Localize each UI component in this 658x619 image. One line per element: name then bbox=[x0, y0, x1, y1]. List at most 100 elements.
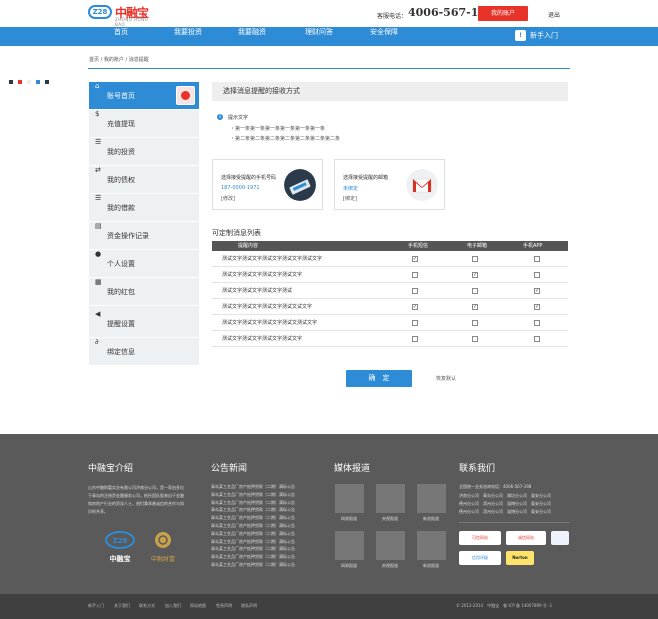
media-thumbnail[interactable] bbox=[335, 531, 364, 560]
gift-icon: ▦ bbox=[95, 278, 102, 286]
trust-badge[interactable]: 可信网站 bbox=[459, 531, 501, 545]
about-title: 中融宝介绍 bbox=[88, 464, 134, 474]
trust-badge[interactable]: Norton bbox=[506, 551, 534, 565]
news-item[interactable]: 青岛某工艺品厂房产抵押贷款（二期）满标公告 bbox=[211, 546, 295, 552]
media-thumbnail[interactable] bbox=[376, 531, 405, 560]
trust-badge[interactable]: 诚信网站 bbox=[506, 531, 546, 545]
sidebar-item-label: 绑定信息 bbox=[107, 348, 135, 356]
footer-link[interactable]: 新手入门 bbox=[88, 603, 104, 609]
sidebar-item-red-packets[interactable]: ▦ 我的红包 bbox=[89, 278, 199, 306]
notify-checkbox[interactable]: ✓ bbox=[534, 304, 540, 310]
badge-label: 可信网站 bbox=[472, 535, 488, 540]
newbie-guide-link[interactable]: ! 新手入门 bbox=[515, 30, 558, 43]
nav-item-home[interactable]: 首页 bbox=[90, 27, 152, 46]
media-thumbnail[interactable] bbox=[417, 531, 446, 560]
media-thumbnail[interactable] bbox=[335, 484, 364, 513]
notify-checkbox[interactable] bbox=[412, 272, 418, 278]
table-row: 测试文字测试文字测试文字测试文字测试文字 ✓ bbox=[212, 251, 568, 267]
email-bind-link[interactable]: [绑定] bbox=[343, 195, 357, 202]
sidebar-item-fund-records[interactable]: ▤ 资金操作记录 bbox=[89, 222, 199, 250]
notify-checkbox[interactable]: ✓ bbox=[412, 256, 418, 262]
nav-item-finance[interactable]: 我要融资 bbox=[221, 27, 283, 46]
logout-link[interactable]: 退出 bbox=[548, 10, 560, 19]
notify-checkbox[interactable]: ✓ bbox=[534, 288, 540, 294]
svg-text:Z28: Z28 bbox=[113, 537, 128, 545]
home-icon: ⌂ bbox=[95, 82, 100, 90]
footer-link[interactable]: 联系方式 bbox=[139, 603, 155, 609]
notify-checkbox[interactable] bbox=[472, 288, 478, 294]
notify-checkbox[interactable] bbox=[472, 256, 478, 262]
row-text: 测试文字测试文字测试文字测试文字 bbox=[222, 272, 303, 278]
media-thumbnail[interactable] bbox=[417, 484, 446, 513]
badge-label: 信用评级 bbox=[472, 555, 488, 560]
notify-checkbox[interactable] bbox=[412, 288, 418, 294]
notify-checkbox[interactable] bbox=[534, 320, 540, 326]
news-item[interactable]: 青岛某工艺品厂房产抵押贷款（二期）满标公告 bbox=[211, 484, 295, 490]
shield-badge-icon[interactable] bbox=[551, 531, 569, 545]
restore-default-link[interactable]: 恢复默认 bbox=[436, 375, 456, 382]
footer-link[interactable]: 网站地图 bbox=[190, 603, 206, 609]
color-swatches bbox=[9, 69, 54, 88]
news-item[interactable]: 青岛某工艺品厂房产抵押贷款（二期）满标公告 bbox=[211, 500, 295, 506]
notify-checkbox[interactable] bbox=[412, 336, 418, 342]
footer-link[interactable]: 隐私声明 bbox=[241, 603, 257, 609]
notify-checkbox[interactable]: ✓ bbox=[472, 304, 478, 310]
notify-checkbox[interactable] bbox=[534, 336, 540, 342]
logo-mark: Z28 bbox=[88, 5, 112, 19]
nav-item-invest[interactable]: 我要投资 bbox=[157, 27, 219, 46]
sidebar-item-reminder-settings[interactable]: ◀ 提醒设置 bbox=[89, 310, 199, 338]
sidebar-item-label: 我的投资 bbox=[107, 148, 135, 156]
info-icon: i bbox=[217, 114, 223, 120]
contact-line: 德州分公司 滨州分公司 淄博分公司 泰安分公司 bbox=[459, 509, 551, 514]
notify-checkbox[interactable] bbox=[472, 320, 478, 326]
sidebar-item-investments[interactable]: ☰ 我的投资 bbox=[89, 138, 199, 166]
media-label: 网易报道 bbox=[341, 516, 357, 521]
media-label: 央视报道 bbox=[382, 563, 398, 568]
notify-checkbox[interactable] bbox=[412, 320, 418, 326]
notify-checkbox[interactable] bbox=[472, 336, 478, 342]
notify-checkbox[interactable] bbox=[534, 256, 540, 262]
breadcrumb[interactable]: 首页 / 我的账户 / 消息提醒 bbox=[89, 56, 149, 63]
row-text: 测试文字测试文字测试文字测试文测试文字 bbox=[222, 320, 318, 326]
sidebar-item-account-home[interactable]: ⌂ 账号首页 bbox=[89, 82, 199, 110]
confirm-button[interactable]: 确 定 bbox=[346, 370, 412, 387]
sidebar-item-binding-info[interactable]: ∂ 绑定信息 bbox=[89, 338, 199, 366]
news-item[interactable]: 青岛某工艺品厂房产抵押贷款（二期）满标公告 bbox=[211, 507, 295, 513]
media-thumbnail[interactable] bbox=[376, 484, 405, 513]
swatch bbox=[45, 80, 49, 84]
news-item[interactable]: 青岛某工艺品厂房产抵押贷款（二期）满标公告 bbox=[211, 562, 295, 568]
sidebar-item-label: 账号首页 bbox=[107, 92, 135, 100]
notify-checkbox[interactable]: ✓ bbox=[472, 272, 478, 278]
avatar[interactable] bbox=[176, 86, 195, 105]
sidebar-item-recharge[interactable]: $ 充值提现 bbox=[89, 110, 199, 138]
sidebar-item-label: 我的债权 bbox=[107, 176, 135, 184]
footer-link[interactable]: 加入我们 bbox=[165, 603, 181, 609]
contact-divider bbox=[459, 522, 570, 523]
news-item[interactable]: 青岛某工艺品厂房产抵押贷款（二期）满标公告 bbox=[211, 554, 295, 560]
hotline-label: 客服电话： bbox=[377, 13, 408, 20]
news-item[interactable]: 青岛某工艺品厂房产抵押贷款（二期）满标公告 bbox=[211, 531, 295, 537]
logo[interactable]: Z28 中融宝 ZHONG RONG BAO bbox=[88, 4, 158, 27]
sidebar-item-personal-settings[interactable]: ● 个人设置 bbox=[89, 250, 199, 278]
phone-icon bbox=[284, 169, 316, 201]
news-item[interactable]: 青岛某工艺品厂房产抵押贷款（二期）满标公告 bbox=[211, 492, 295, 498]
footer-link[interactable]: 免责声明 bbox=[216, 603, 232, 609]
notify-checkbox[interactable]: ✓ bbox=[412, 304, 418, 310]
trust-badge[interactable]: 信用评级 bbox=[459, 551, 501, 565]
footer-link[interactable]: 关于我们 bbox=[114, 603, 130, 609]
my-account-button[interactable]: 我的账户 bbox=[478, 6, 528, 21]
phone-card-title: 选择接受提醒的手机号码 bbox=[221, 175, 277, 181]
about-text: 山东中融财富实业有限公司济南分公司，是一家由多位于青岛的注册资金融服务公司，依托… bbox=[88, 485, 184, 514]
nav-item-security[interactable]: 安全保障 bbox=[353, 27, 415, 46]
notify-checkbox[interactable] bbox=[534, 272, 540, 278]
sidebar-item-claims[interactable]: ⇄ 我的债权 bbox=[89, 166, 199, 194]
news-item[interactable]: 青岛某工艺品厂房产抵押贷款（二期）满标公告 bbox=[211, 515, 295, 521]
phone-card: 选择接受提醒的手机号码 187-0000-1971 [修改] bbox=[212, 159, 323, 210]
news-item[interactable]: 青岛某工艺品厂房产抵押贷款（二期）满标公告 bbox=[211, 523, 295, 529]
phone-edit-link[interactable]: [修改] bbox=[221, 195, 235, 202]
nav-item-qa[interactable]: 理财问答 bbox=[288, 27, 350, 46]
email-card: 选择接受提醒的邮箱 未绑定 [绑定] bbox=[334, 159, 445, 210]
sidebar-item-loans[interactable]: ☰ 我的借款 bbox=[89, 194, 199, 222]
news-item[interactable]: 青岛某工艺品厂房产抵押贷款（二期）满标公告 bbox=[211, 539, 295, 545]
tip-line: ・第一条第一条第一条第一条第一条第一条 bbox=[230, 126, 326, 132]
